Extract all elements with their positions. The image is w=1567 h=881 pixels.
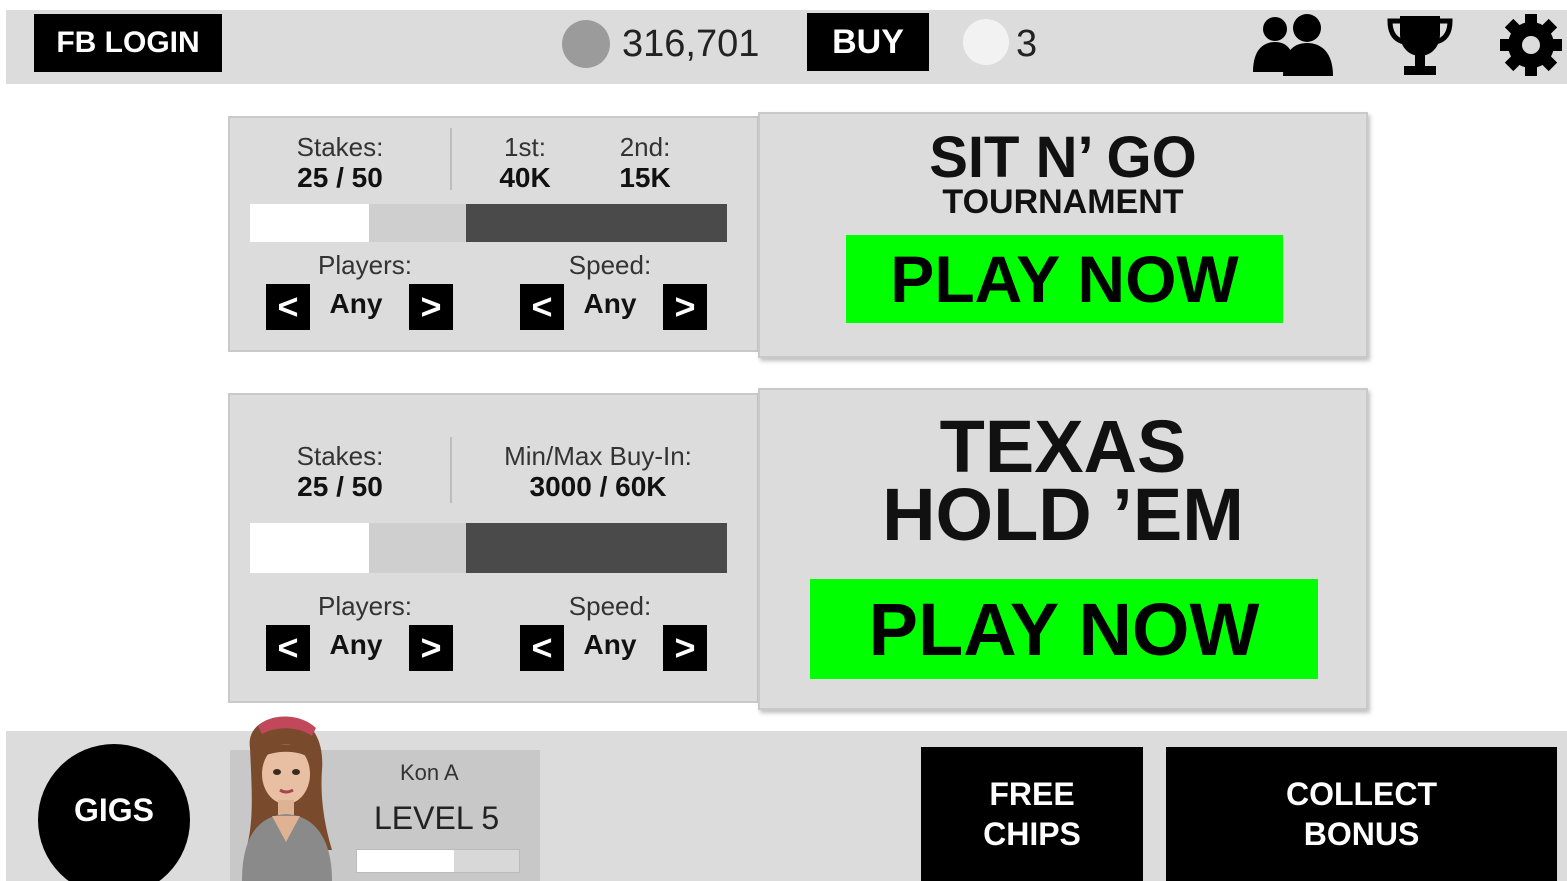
sitngo-speed-value: Any [583,288,637,319]
sitngo-players-next-button[interactable]: > [409,284,453,330]
slider-fill [250,204,370,242]
sitngo-first-prize: 40K [499,162,551,193]
holdem-players-next-button[interactable]: > [409,625,453,671]
divider [450,437,452,503]
divider [450,128,452,190]
free-chips-line2: CHIPS [983,816,1081,852]
gem-icon [963,19,1009,65]
collect-bonus-line2: BONUS [1303,816,1420,852]
slider-fill [250,523,370,573]
holdem-speed-value: Any [583,629,637,660]
sitngo-speed-label: Speed: [568,250,652,280]
collect-bonus-line1: COLLECT [1285,776,1438,812]
holdem-play-now-button[interactable]: PLAY NOW [810,579,1318,679]
sitngo-players-value: Any [329,288,383,319]
player-name: Kon A [400,760,459,785]
holdem-stakes-label: Stakes: [296,441,384,471]
sitngo-title: SIT N’ GO [929,125,1197,190]
sitngo-play-panel: SIT N’ GO TOURNAMENT PLAY NOW [758,112,1368,358]
sitngo-first-label: 1st: [504,132,546,162]
slider-track-dark [466,523,727,573]
sitngo-players-prev-button[interactable]: < [266,284,310,330]
gigs-button[interactable]: GIGS [38,744,190,881]
player-avatar [242,716,332,881]
holdem-stakes-slider[interactable] [250,523,727,573]
sitngo-speed-prev-button[interactable]: < [520,284,564,330]
holdem-players-label: Players: [318,591,412,621]
fb-login-button[interactable]: FB LOGIN [34,14,222,72]
gem-count: 3 [1016,23,1038,65]
holdem-settings-panel: Stakes: 25 / 50 Min/Max Buy-In: 3000 / 6… [228,393,759,703]
holdem-play-panel: TEXAS HOLD ’EM PLAY NOW [758,388,1368,710]
sitngo-second-label: 2nd: [619,132,671,162]
sitngo-play-now-button[interactable]: PLAY NOW [846,235,1283,323]
holdem-buyin-label: Min/Max Buy-In: [504,441,692,471]
collect-bonus-button[interactable]: COLLECT BONUS [1166,747,1557,881]
sitngo-stakes-slider[interactable] [250,204,727,242]
free-chips-line1: FREE [989,776,1075,812]
xp-fill [357,850,455,872]
sitngo-stakes-label: Stakes: [296,132,384,162]
slider-track-dark [466,204,727,242]
sitngo-subtitle: TOURNAMENT [942,183,1184,221]
gear-icon[interactable] [1498,12,1564,78]
player-level: LEVEL 5 [374,800,500,836]
sitngo-settings-panel: Stakes: 25 / 50 1st: 40K 2nd: 15K Player… [228,116,759,352]
holdem-players-value: Any [329,629,383,660]
chip-balance: 316,701 [622,23,760,65]
sitngo-players-label: Players: [318,250,412,280]
sitngo-stakes-value: 25 / 50 [297,162,383,193]
holdem-stakes-value: 25 / 50 [297,471,383,502]
sitngo-second-prize: 15K [619,162,671,193]
holdem-speed-prev-button[interactable]: < [520,625,564,671]
friends-icon[interactable] [1249,12,1337,78]
free-chips-button[interactable]: FREE CHIPS [921,747,1143,881]
top-bar: FB LOGIN 316,701 BUY 3 [6,10,1567,84]
holdem-players-prev-button[interactable]: < [266,625,310,671]
holdem-buyin-value: 3000 / 60K [529,471,667,502]
sitngo-speed-next-button[interactable]: > [663,284,707,330]
xp-progress-bar [356,849,520,873]
holdem-speed-label: Speed: [568,591,652,621]
chip-coin-icon [562,20,610,68]
holdem-title-line2: HOLD ’EM [882,473,1244,556]
holdem-speed-next-button[interactable]: > [663,625,707,671]
trophy-icon[interactable] [1386,12,1454,78]
holdem-title-line1: TEXAS [939,405,1187,488]
buy-button[interactable]: BUY [807,13,929,71]
